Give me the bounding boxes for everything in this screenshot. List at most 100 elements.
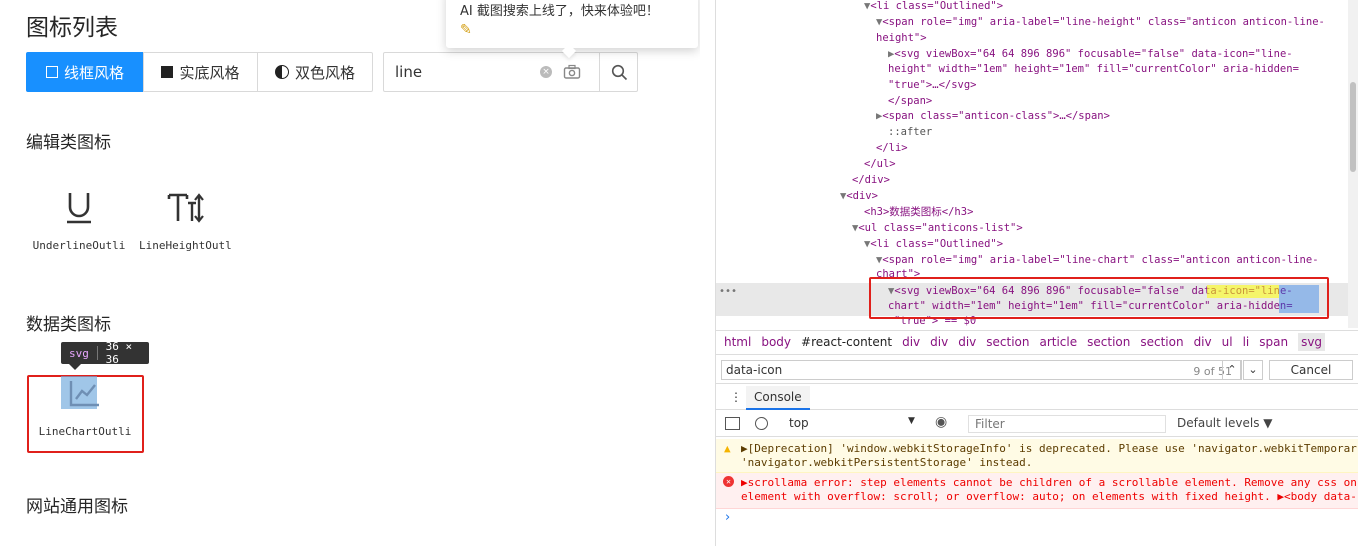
warning-icon: ▲ [724, 442, 731, 455]
crumb[interactable]: section [986, 335, 1029, 349]
filter-input[interactable]: Filter [968, 415, 1166, 433]
section-data-title: 数据类图标 [26, 315, 111, 335]
find-prev-button[interactable]: ⌃ [1222, 360, 1242, 380]
rocket-icon: ✎ [460, 22, 472, 38]
promo-text: AI 截图搜索上线了，快来体验吧！ [460, 4, 659, 19]
crumb[interactable]: div [1194, 335, 1212, 349]
dom-line[interactable]: ▼<span role="img" aria-label="line-heigh… [876, 15, 1325, 31]
dom-line[interactable]: height"> [876, 31, 927, 47]
crumb[interactable]: html [724, 335, 751, 349]
dom-line[interactable]: </span> [888, 94, 932, 110]
filled-square-icon [161, 66, 174, 78]
tab-console[interactable]: Console [746, 386, 810, 410]
crumb[interactable]: section [1140, 335, 1183, 349]
icon-card-line-chart[interactable]: LineChartOutli [30, 376, 140, 438]
sidebar-toggle-icon[interactable] [725, 417, 740, 430]
error-text-1: ▶scrollama error: step elements cannot b… [741, 476, 1357, 489]
dom-line[interactable]: "true">…</svg> [888, 78, 977, 94]
icon-card-line-height[interactable]: LineHeightOutl [138, 190, 234, 252]
drawer-tabbar: ⋮ Console [716, 386, 1358, 410]
breadcrumb: html body #react-content div div div sec… [716, 330, 1358, 352]
dom-line[interactable]: ▼<div> [840, 189, 878, 205]
crumb[interactable]: svg [1298, 332, 1326, 351]
line-chart-icon [69, 381, 99, 407]
crumb[interactable]: section [1087, 335, 1130, 349]
crumb[interactable]: div [958, 335, 976, 349]
clear-console-icon[interactable] [755, 417, 768, 430]
console-error: ✕ ▶scrollama error: step elements cannot… [716, 473, 1358, 509]
underline-icon [67, 193, 91, 224]
dom-line[interactable]: </ul> [864, 157, 896, 173]
drawer-menu-icon[interactable]: ⋮ [730, 390, 742, 404]
find-input[interactable]: data-icon 9 of 51 [721, 360, 1241, 380]
dom-line[interactable]: height" width="1em" height="1em" fill="c… [888, 62, 1299, 78]
line-height-icon [167, 193, 204, 223]
dom-line[interactable]: ▼<li class="Outlined"> [864, 0, 1003, 15]
dom-line[interactable]: ▶<span class="anticon-class">…</span> [876, 109, 1110, 125]
icon-name-line-height: LineHeightOutl [139, 239, 232, 252]
find-next-button[interactable]: ⌄ [1243, 360, 1263, 380]
context-dropdown-icon[interactable]: ▼ [908, 416, 915, 426]
error-icon: ✕ [723, 476, 734, 487]
tab-outlined-label: 线框风格 [63, 63, 124, 82]
crumb[interactable]: #react-content [801, 335, 892, 349]
devtools-divider[interactable] [700, 0, 716, 546]
camera-icon[interactable] [563, 64, 581, 80]
dom-line[interactable]: <h3>数据类图标</h3> [864, 205, 973, 221]
eye-icon[interactable]: ◉ [935, 414, 947, 430]
outline-square-icon [45, 66, 58, 78]
find-cancel-button[interactable]: Cancel [1269, 360, 1353, 380]
icon-search-box: line × [383, 52, 638, 92]
console-prompt-icon[interactable]: › [725, 510, 730, 525]
find-bar: data-icon 9 of 51 ⌃ ⌄ Cancel [716, 354, 1358, 384]
warning-text-2: 'navigator.webkitPersistentStorage' inst… [741, 456, 1033, 469]
error-text-2: element with overflow: scroll; or overfl… [741, 490, 1357, 503]
tooltip-tag: svg [69, 346, 89, 360]
section-edit-title: 编辑类图标 [26, 133, 111, 153]
highlight-box-devtools [869, 277, 1329, 319]
tab-twotone[interactable]: 双色风格 [257, 52, 373, 92]
tab-filled[interactable]: 实底风格 [143, 52, 258, 92]
context-select[interactable]: top [789, 416, 917, 430]
crumb[interactable]: body [761, 335, 791, 349]
page-title: 图标列表 [26, 15, 118, 41]
section-site-title: 网站通用图标 [26, 497, 128, 517]
tab-filled-label: 实底风格 [179, 63, 240, 82]
dom-line[interactable]: ▼<li class="Outlined"> [864, 237, 1003, 253]
crumb[interactable]: div [930, 335, 948, 349]
more-dots-icon[interactable]: ••• [719, 284, 737, 300]
dom-line[interactable]: ::after [888, 125, 932, 141]
dom-line[interactable]: ▼<ul class="anticons-list"> [852, 221, 1023, 237]
dom-line[interactable]: </div> [852, 173, 890, 189]
dom-line[interactable]: </li> [876, 141, 908, 157]
icon-name-line-chart: LineChartOutli [38, 425, 132, 438]
crumb[interactable]: div [902, 335, 920, 349]
clear-icon[interactable]: × [540, 66, 552, 78]
web-page: 图标列表 线框风格 实底风格 双色风格 line × AI 截图搜索上线了，快来… [0, 0, 700, 546]
devtools-panel: ••• ▼<li class="Outlined"> ▼<span role="… [716, 0, 1358, 546]
crumb[interactable]: ul [1222, 335, 1233, 349]
console-toolbar: top ▼ ◉ Filter Default levels ▼ [716, 411, 1358, 437]
icon-card-underline[interactable]: UnderlineOutli [32, 190, 126, 252]
log-levels-select[interactable]: Default levels ▼ [1177, 416, 1273, 430]
dom-line[interactable]: ▼<span role="img" aria-label="line-chart… [876, 253, 1319, 269]
icon-name-underline: UnderlineOutli [32, 239, 126, 252]
warning-text-1: ▶[Deprecation] 'window.webkitStorageInfo… [741, 442, 1357, 455]
console-warning: ▲ ▶[Deprecation] 'window.webkitStorageIn… [716, 439, 1358, 473]
search-icon [611, 64, 628, 81]
inspect-tooltip: svg 36 × 36 [61, 340, 149, 370]
promo-popup: AI 截图搜索上线了，快来体验吧！ ✎ [446, 0, 698, 59]
elements-tree: ••• ▼<li class="Outlined"> ▼<span role="… [716, 0, 1348, 328]
dom-line[interactable]: ▶<svg viewBox="64 64 896 896" focusable=… [888, 47, 1293, 63]
tooltip-arrow [69, 364, 81, 370]
crumb[interactable]: span [1259, 335, 1288, 349]
search-input[interactable]: line [395, 63, 535, 81]
find-input-value: data-icon [726, 363, 783, 377]
tab-twotone-label: 双色风格 [294, 63, 355, 82]
crumb[interactable]: article [1039, 335, 1077, 349]
tab-outlined[interactable]: 线框风格 [26, 52, 144, 92]
crumb[interactable]: li [1243, 335, 1250, 349]
tooltip-size: 36 × 36 [105, 340, 133, 366]
search-button[interactable] [599, 53, 638, 91]
elements-scrollbar[interactable] [1348, 0, 1358, 328]
